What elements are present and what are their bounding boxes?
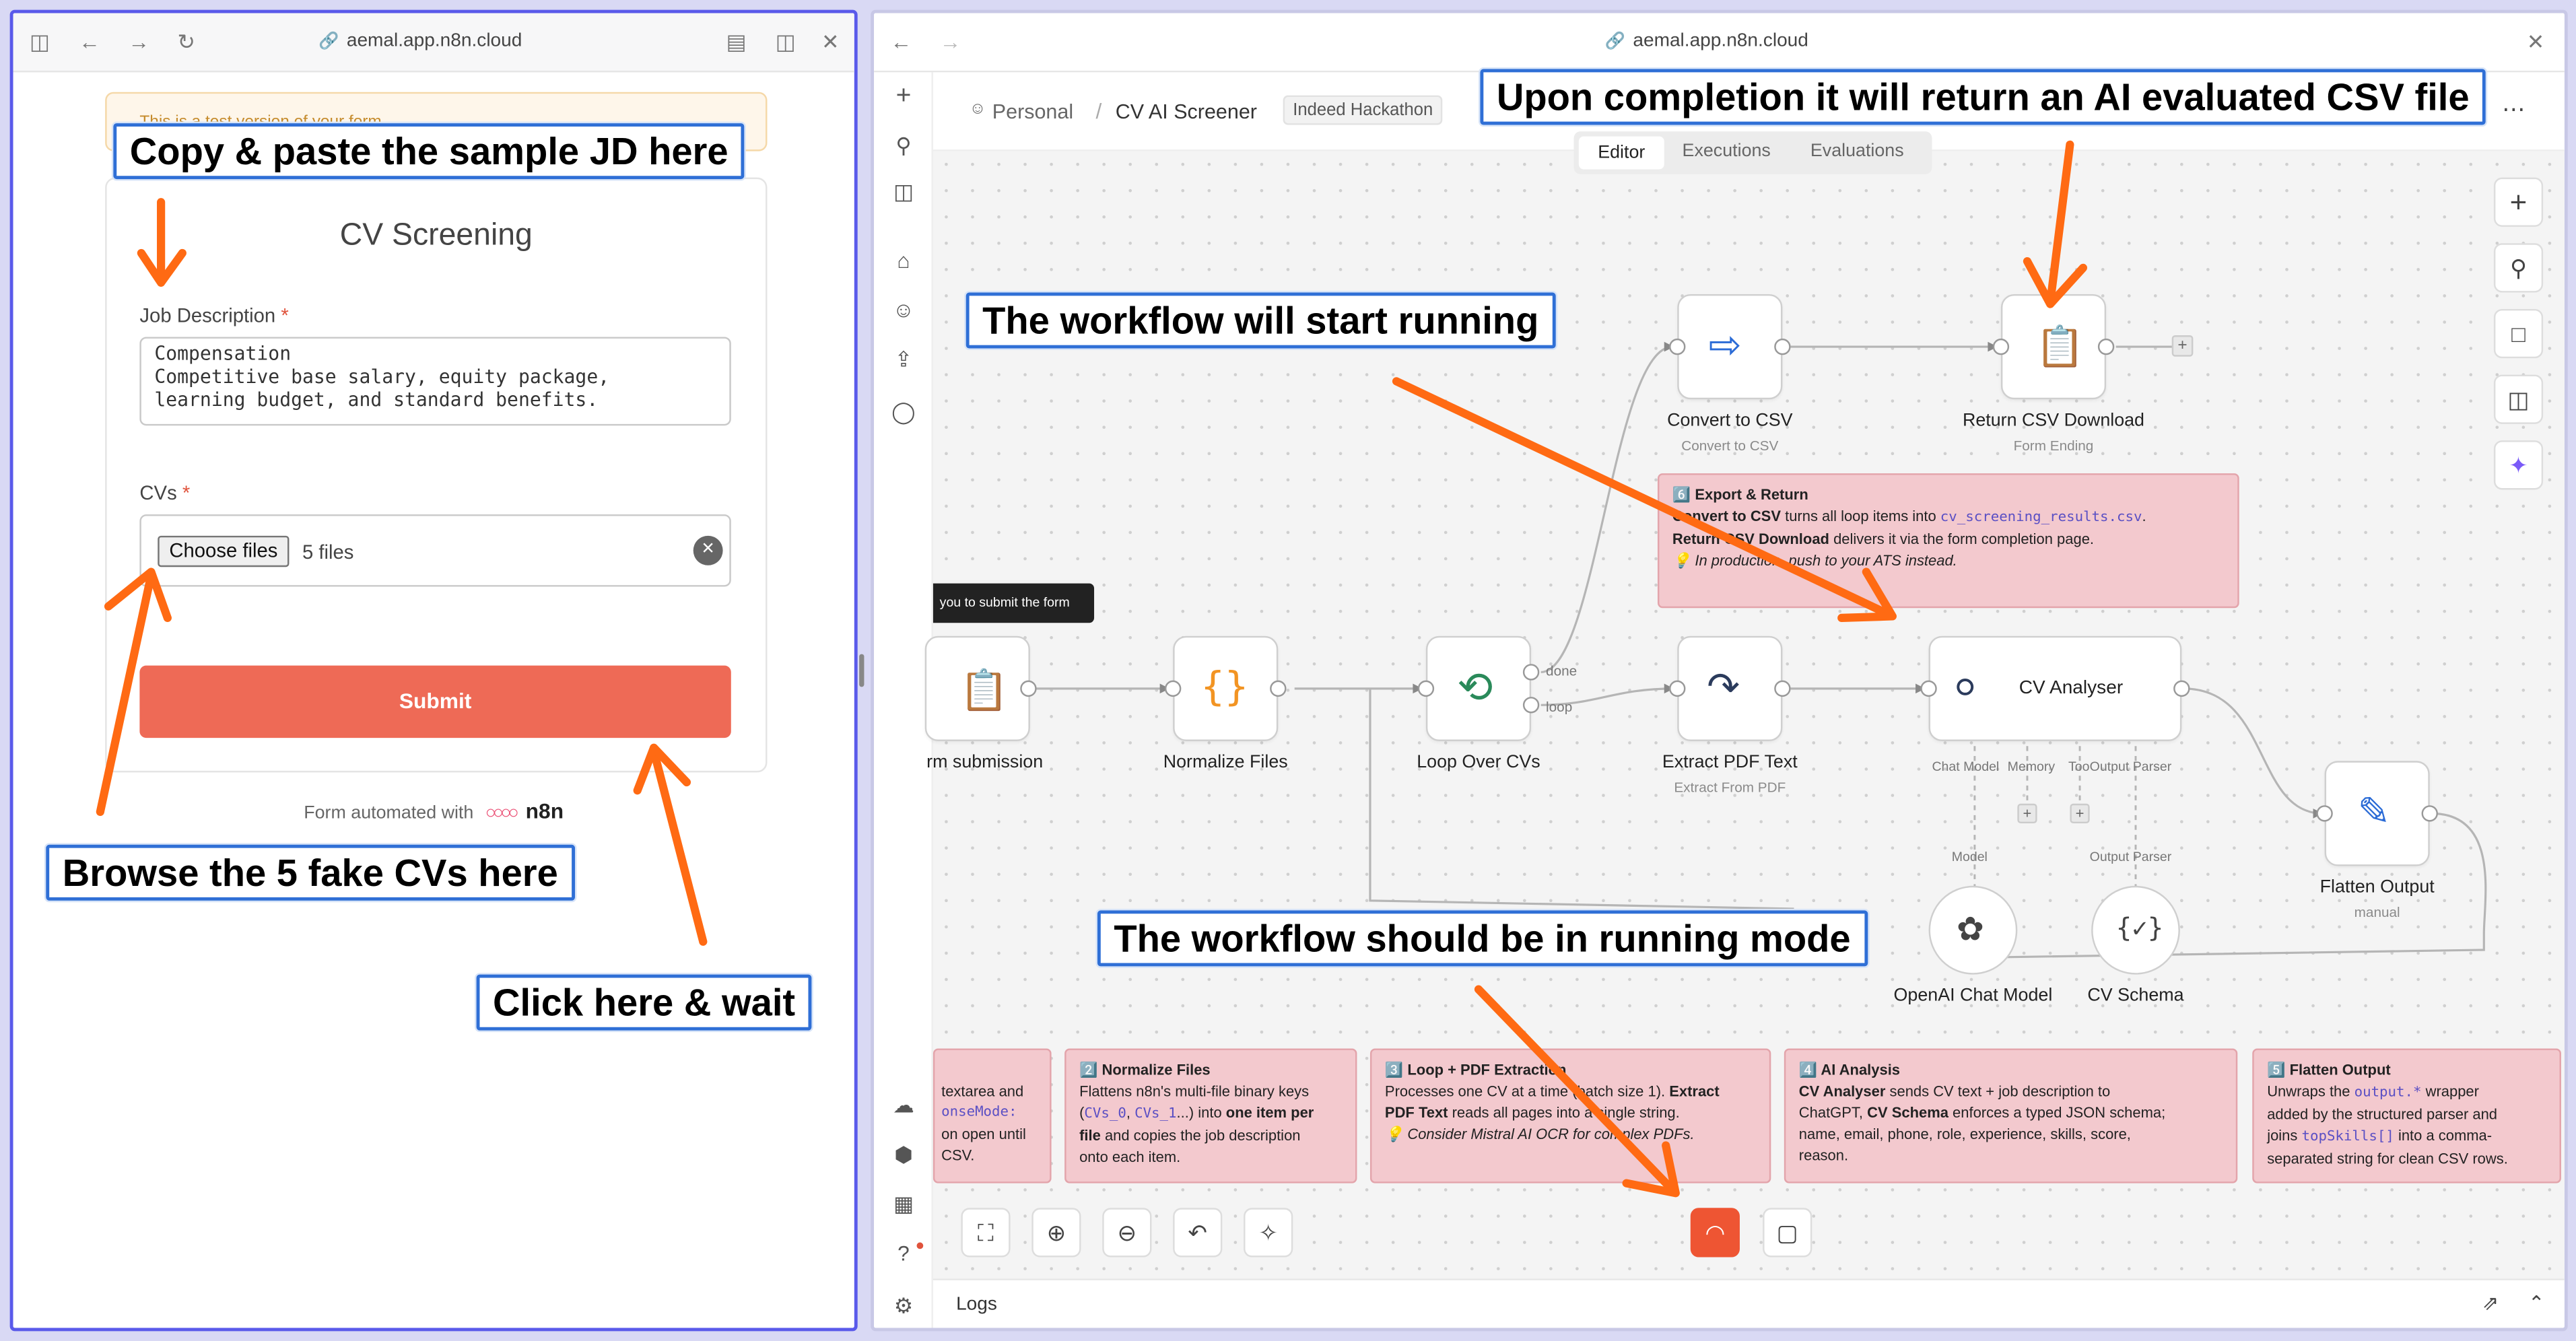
click-callout: Click here & wait	[476, 974, 812, 1031]
annotation-arrows	[96, 140, 2088, 1198]
copy-paste-callout: Copy & paste the sample JD here	[113, 123, 745, 180]
completion-callout: Upon completion it will return an AI eva…	[1480, 69, 2486, 125]
start-running-callout: The workflow will start running	[965, 292, 1555, 349]
running-mode-callout: The workflow should be in running mode	[1097, 910, 1868, 967]
browse-callout: Browse the 5 fake CVs here	[46, 844, 575, 901]
